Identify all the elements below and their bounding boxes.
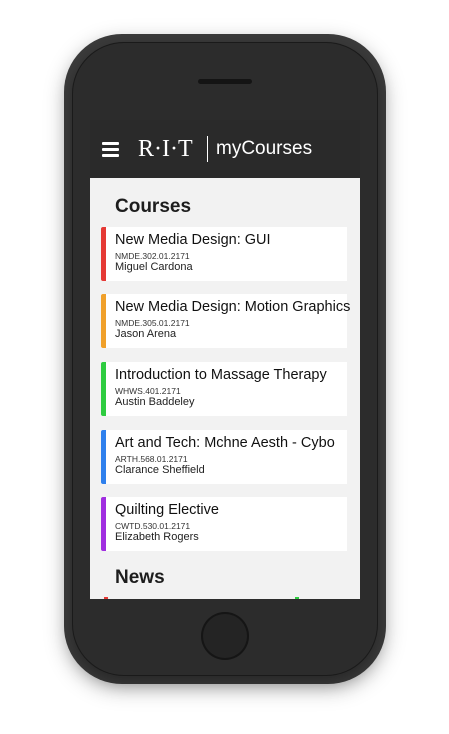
course-instructor: Austin Baddeley — [115, 396, 195, 408]
home-button[interactable] — [201, 612, 249, 660]
course-card[interactable]: New Media Design: Motion Graphics NMDE.3… — [101, 294, 351, 348]
news-heading: News — [115, 567, 165, 588]
app-title: myCourses — [216, 138, 313, 159]
logo-divider — [207, 136, 208, 162]
course-color-bar — [101, 362, 106, 416]
course-code: NMDE.302.01.2171 — [115, 251, 190, 261]
course-title: New Media Design: GUI — [115, 232, 271, 248]
course-title: Introduction to Massage Therapy — [115, 367, 327, 383]
app-header: R·I·T myCourses — [90, 120, 360, 178]
course-instructor: Clarance Sheffield — [115, 464, 205, 476]
news-card-peek — [104, 597, 108, 599]
course-card[interactable]: Introduction to Massage Therapy WHWS.401… — [101, 362, 347, 416]
course-color-bar — [101, 227, 106, 281]
course-code: CWTD.530.01.2171 — [115, 521, 191, 531]
course-color-bar — [101, 430, 106, 484]
course-card[interactable]: New Media Design: GUI NMDE.302.01.2171 M… — [101, 227, 347, 281]
course-card[interactable]: Art and Tech: Mchne Aesth - Cybo ARTH.56… — [101, 430, 347, 484]
rit-logo: R·I·T — [138, 136, 193, 162]
news-card-peek — [295, 597, 299, 599]
course-card[interactable]: Quilting Elective CWTD.530.01.2171 Eliza… — [101, 497, 347, 551]
course-title: Quilting Elective — [115, 502, 219, 518]
app-screen: R·I·T myCourses Courses New Media Design… — [90, 120, 360, 599]
course-color-bar — [101, 294, 106, 348]
hamburger-icon[interactable] — [102, 142, 119, 157]
course-title: Art and Tech: Mchne Aesth - Cybo — [115, 435, 335, 451]
course-title: New Media Design: Motion Graphics — [115, 299, 351, 315]
course-code: ARTH.568.01.2171 — [115, 454, 188, 464]
course-instructor: Elizabeth Rogers — [115, 531, 199, 543]
course-instructor: Jason Arena — [115, 328, 177, 340]
course-code: WHWS.401.2171 — [115, 386, 181, 396]
course-instructor: Miguel Cardona — [115, 261, 193, 273]
courses-heading: Courses — [115, 196, 192, 217]
course-code: NMDE.305.01.2171 — [115, 318, 190, 328]
course-color-bar — [101, 497, 106, 551]
earpiece-speaker — [198, 79, 252, 84]
